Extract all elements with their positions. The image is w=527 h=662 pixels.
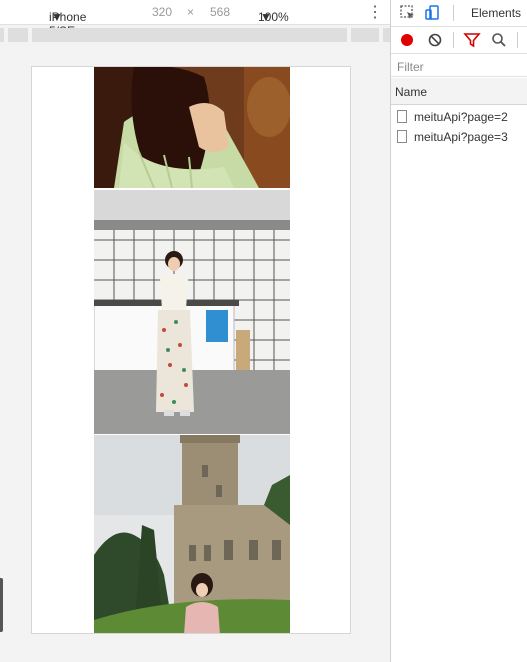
device-emulation-pane: iPhone 5/SE▼ 320 × 568 100%▼ ⋮ (0, 0, 390, 662)
width-field[interactable]: 320 (152, 5, 172, 19)
toolbar-separator (453, 32, 454, 48)
toolbar-separator (453, 5, 454, 21)
request-name: meituApi?page=2 (414, 110, 508, 124)
device-mode-icon[interactable] (423, 4, 441, 22)
devtools-main-toolbar: Elements (391, 0, 527, 27)
height-field[interactable]: 568 (210, 5, 230, 19)
ruler-segment (8, 28, 28, 42)
chevron-down-icon: ▼ (260, 10, 272, 24)
times-sign: × (187, 5, 195, 19)
filter-input[interactable] (397, 60, 517, 74)
ruler-segment (0, 28, 4, 42)
clear-icon[interactable] (426, 31, 444, 49)
devtools-panel: Elements Name meituApi?page=2 meituApi?p… (391, 0, 527, 662)
photo-3 (94, 435, 290, 633)
photo-2 (94, 190, 290, 434)
ruler-segment (383, 28, 390, 42)
search-icon[interactable] (490, 31, 508, 49)
device-toolbar: iPhone 5/SE▼ 320 × 568 100%▼ ⋮ (0, 0, 390, 38)
inspect-icon[interactable] (399, 4, 417, 22)
photo-1 (94, 67, 290, 188)
media-query-bar[interactable] (0, 28, 390, 42)
viewport-resize-handle[interactable] (0, 578, 3, 632)
more-icon[interactable]: ⋮ (367, 2, 383, 22)
record-icon[interactable] (398, 31, 416, 49)
toolbar-separator (517, 32, 518, 48)
network-toolbar (391, 27, 527, 54)
filter-icon[interactable] (463, 31, 481, 49)
name-column-header[interactable]: Name (395, 85, 427, 99)
requests-table-header: Name (391, 78, 527, 105)
request-name: meituApi?page=3 (414, 130, 508, 144)
ruler-segment (351, 28, 379, 42)
emulated-viewport[interactable] (31, 66, 351, 634)
file-icon (397, 110, 407, 123)
ruler-segment (32, 28, 347, 42)
filter-bar (391, 56, 527, 77)
tab-elements[interactable]: Elements (471, 6, 521, 20)
file-icon (397, 130, 407, 143)
table-row[interactable]: meituApi?page=3 (391, 127, 527, 147)
chevron-down-icon: ▼ (51, 10, 63, 24)
table-row[interactable]: meituApi?page=2 (391, 107, 527, 127)
